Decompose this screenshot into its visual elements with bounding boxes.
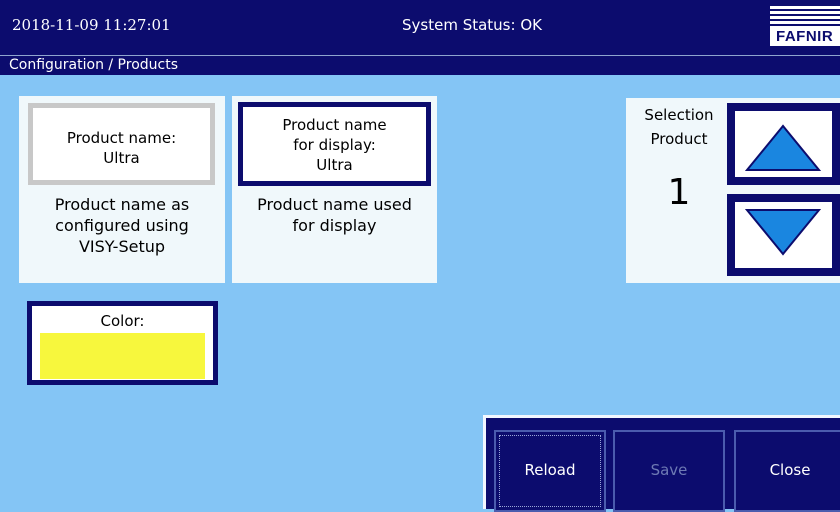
color-swatch [40, 333, 205, 379]
selection-up-button[interactable] [727, 103, 840, 185]
product-name-label: Product name: [66, 129, 177, 147]
selection-number: 1 [667, 172, 691, 213]
color-box[interactable]: Color: [27, 301, 218, 385]
selection-title-2: Product [650, 130, 708, 148]
product-name-value: Ultra [103, 149, 140, 167]
triangle-down-icon [744, 209, 822, 256]
close-button[interactable]: Close [734, 430, 840, 512]
display-name-value: Ultra [316, 156, 353, 174]
selection-panel: Selection Product 1 [626, 98, 840, 283]
reload-button[interactable]: Reload [494, 430, 606, 512]
display-name-panel: Product name for display: Ultra Product … [232, 96, 437, 283]
display-name-label-1: Product name [282, 116, 387, 134]
top-bar: 2018-11-09 11:27:01 System Status: OK FA… [0, 0, 840, 55]
triangle-up-icon [744, 124, 822, 171]
selection-down-button[interactable] [727, 194, 840, 276]
color-label: Color: [100, 312, 145, 330]
desc-line: configured using [55, 216, 189, 235]
selection-title-1: Selection [644, 106, 714, 124]
product-name-panel: Product name: Ultra Product name as conf… [19, 96, 225, 283]
display-name-description: Product name used for display [232, 194, 437, 236]
product-name-box: Product name: Ultra [28, 103, 215, 185]
product-name-description: Product name as configured using VISY-Se… [19, 194, 225, 257]
desc-line: Product name used [257, 195, 412, 214]
datetime: 2018-11-09 11:27:01 [12, 16, 171, 34]
display-name-label-2: for display: [293, 136, 376, 154]
desc-line: for display [292, 216, 377, 235]
breadcrumb: Configuration / Products [0, 55, 840, 75]
save-button[interactable]: Save [613, 430, 725, 512]
desc-line: Product name as [54, 195, 190, 214]
button-bar: Reload Save Close [483, 415, 840, 512]
logo-text: FAFNIR [776, 28, 834, 45]
fafnir-logo: FAFNIR [770, 6, 840, 46]
display-name-box[interactable]: Product name for display: Ultra [238, 102, 431, 186]
desc-line: VISY-Setup [78, 237, 166, 256]
system-status: System Status: OK [402, 16, 542, 34]
